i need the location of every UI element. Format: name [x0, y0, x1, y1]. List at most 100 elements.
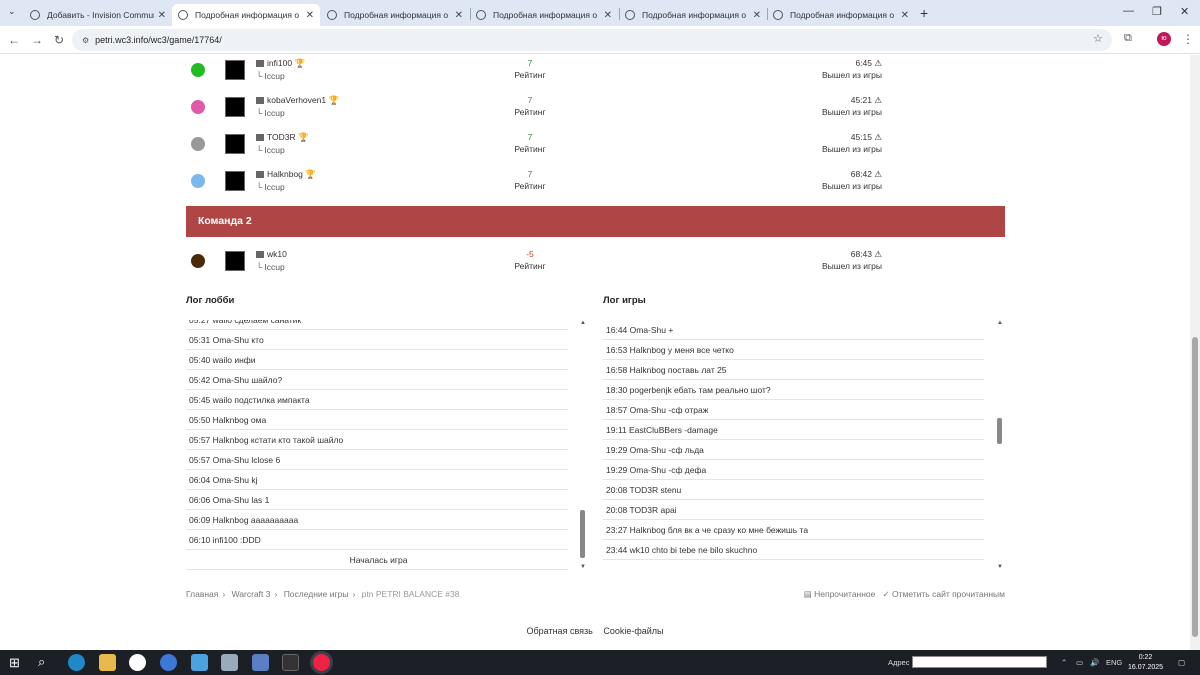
- breadcrumb: Главная › Warcraft 3 › Последние игры › ptn…: [186, 589, 463, 599]
- player-name-wrap[interactable]: infi100 🏆: [256, 58, 305, 69]
- log-line: 16:44 Oma-Shu +: [603, 320, 984, 340]
- language-indicator[interactable]: ENG: [1106, 658, 1122, 667]
- new-tab-icon[interactable]: +: [920, 5, 928, 21]
- unread-link[interactable]: Непрочитанное: [814, 589, 875, 599]
- tab-search-icon[interactable]: ⌄: [8, 6, 16, 17]
- lobby-log-title: Лог лобби: [186, 295, 235, 306]
- game-log[interactable]: 16:44 Oma-Shu + 16:53 Halknbog у меня вс…: [603, 320, 984, 570]
- leave-time-wrap: 45:21 ⚠: [816, 95, 882, 106]
- app-icon[interactable]: [160, 654, 177, 671]
- tab-game-details[interactable]: Подробная информация о пр ✕: [470, 4, 618, 26]
- close-icon[interactable]: ✕: [455, 10, 463, 21]
- tab-game-details[interactable]: Подробная информация о пр ✕: [767, 4, 915, 26]
- tab-game-details-active[interactable]: Подробная информация о пр ✕: [172, 4, 320, 26]
- menu-icon[interactable]: ⋮: [1182, 32, 1194, 46]
- reload-icon[interactable]: ↻: [54, 33, 64, 47]
- log-line: 05:57 Halknbog кстати кто такой шайло: [186, 430, 568, 450]
- player-name-wrap[interactable]: TOD3R 🏆: [256, 132, 309, 143]
- scroll-up-icon[interactable]: ▲: [580, 320, 586, 326]
- tray-chevron-icon[interactable]: ⌃: [1061, 658, 1067, 667]
- tab-invision[interactable]: Добавить - Invision Community ✕: [24, 4, 172, 26]
- hero-icon: [225, 97, 245, 117]
- log-line: 18:57 Oma-Shu -сф отраж: [603, 400, 984, 420]
- avatar[interactable]: ю: [1157, 32, 1171, 46]
- tab-game-details[interactable]: Подробная информация о пр ✕: [619, 4, 767, 26]
- windows-start-icon[interactable]: ⊞: [9, 655, 20, 671]
- close-window-icon[interactable]: ✕: [1180, 5, 1189, 18]
- notification-icon[interactable]: ▢: [1178, 658, 1185, 667]
- volume-icon[interactable]: 🔊: [1090, 658, 1099, 667]
- page-scrollbar[interactable]: [1190, 55, 1200, 650]
- close-icon[interactable]: ✕: [158, 10, 166, 21]
- scroll-down-icon[interactable]: ▼: [580, 564, 586, 570]
- player-name[interactable]: wk10: [267, 249, 287, 259]
- scroll-thumb[interactable]: [580, 510, 585, 558]
- player-color-dot: [191, 137, 205, 151]
- tab-game-details[interactable]: Подробная информация о пр ✕: [321, 4, 469, 26]
- lobby-log[interactable]: 05:27 wailo сделаем санатик 05:31 Oma-Sh…: [186, 320, 568, 570]
- tab-title: Подробная информация о пр: [195, 10, 302, 20]
- player-name-wrap[interactable]: kobaVerhoven1 🏆: [256, 95, 339, 106]
- scroll-thumb[interactable]: [1192, 337, 1198, 637]
- chrome-icon[interactable]: [313, 654, 330, 671]
- leave-time-wrap: 68:42 ⚠: [816, 169, 882, 180]
- breadcrumb-warcraft3[interactable]: Warcraft 3: [232, 589, 271, 599]
- edge-icon[interactable]: [68, 654, 85, 671]
- network-icon[interactable]: ▭: [1076, 658, 1083, 667]
- log-line: 05:57 Oma-Shu lclose 6: [186, 450, 568, 470]
- scroll-thumb[interactable]: [997, 418, 1002, 444]
- camera-icon[interactable]: [221, 654, 238, 671]
- breadcrumb-recent-games[interactable]: Последние игры: [284, 589, 349, 599]
- rating-label: Рейтинг: [514, 107, 546, 117]
- log-line: 05:45 wailo подстилка импакта: [186, 390, 568, 410]
- player-color-dot: [191, 100, 205, 114]
- minimize-icon[interactable]: —: [1123, 5, 1134, 17]
- site-info-icon[interactable]: ⚙: [82, 36, 89, 45]
- close-icon[interactable]: ✕: [901, 10, 909, 21]
- player-server-wrap: └ Iccup: [256, 145, 285, 155]
- leave-time-wrap: 68:43 ⚠: [816, 249, 882, 260]
- leave-time-wrap: 45:15 ⚠: [816, 132, 882, 143]
- game-log-scrollbar[interactable]: ▲ ▼: [996, 320, 1004, 570]
- chevron-right-icon: ›: [352, 589, 356, 599]
- cookies-link[interactable]: Cookie-файлы: [603, 626, 663, 636]
- app-icon[interactable]: [252, 654, 269, 671]
- close-icon[interactable]: ✕: [604, 10, 612, 21]
- scroll-down-icon[interactable]: ▼: [997, 564, 1003, 570]
- extensions-icon[interactable]: ⧉: [1124, 32, 1132, 45]
- feedback-link[interactable]: Обратная связь: [527, 626, 593, 636]
- player-name[interactable]: kobaVerhoven1: [267, 95, 326, 105]
- player-name-wrap[interactable]: wk10: [256, 249, 287, 259]
- rating-label: Рейтинг: [514, 70, 546, 80]
- maximize-icon[interactable]: ❐: [1152, 5, 1162, 18]
- search-icon[interactable]: ⌕: [38, 654, 45, 670]
- player-name[interactable]: infi100: [267, 58, 292, 68]
- tab-strip: ⌄ Добавить - Invision Community ✕ Подроб…: [0, 0, 1200, 26]
- lobby-log-scrollbar[interactable]: ▲ ▼: [579, 320, 587, 570]
- mark-read-link[interactable]: Отметить сайт прочитанным: [892, 589, 1005, 599]
- terminal-icon[interactable]: [282, 654, 299, 671]
- taskbar: ⊞ ⌕ Адрес ⌃ ▭ 🔊 ENG 0:22 16.07.2025 ▢: [0, 650, 1200, 675]
- back-icon[interactable]: ←: [8, 33, 20, 47]
- page-content: infi100 🏆 └ Iccup 7 Рейтинг 6:45 ⚠ Вышел…: [0, 55, 1190, 650]
- player-name[interactable]: TOD3R: [267, 132, 296, 142]
- player-name[interactable]: Halknbog: [267, 169, 303, 179]
- address-bar[interactable]: ⚙ petri.wc3.info/wc3/game/17764/: [72, 29, 1112, 51]
- log-line: 23:27 Halknbog бля вк а че сразу ко мне …: [603, 520, 984, 540]
- bookmark-star-icon[interactable]: ☆: [1093, 32, 1103, 45]
- forward-icon[interactable]: →: [31, 33, 43, 47]
- app-icon[interactable]: [191, 654, 208, 671]
- scroll-up-icon[interactable]: ▲: [997, 320, 1003, 326]
- log-line: 05:42 Oma-Shu шайло?: [186, 370, 568, 390]
- close-icon[interactable]: ✕: [306, 10, 314, 21]
- clock[interactable]: 0:22 16.07.2025: [1128, 653, 1163, 673]
- trophy-icon: 🏆: [294, 58, 306, 68]
- warning-icon: ⚠: [874, 249, 882, 259]
- player-name-wrap[interactable]: Halknbog 🏆: [256, 169, 316, 180]
- yandex-icon[interactable]: [129, 654, 146, 671]
- breadcrumb-home[interactable]: Главная: [186, 589, 218, 599]
- close-icon[interactable]: ✕: [753, 10, 761, 21]
- file-explorer-icon[interactable]: [99, 654, 116, 671]
- address-toolbar-input[interactable]: [912, 656, 1047, 668]
- log-line: 05:27 wailo сделаем санатик: [186, 320, 568, 330]
